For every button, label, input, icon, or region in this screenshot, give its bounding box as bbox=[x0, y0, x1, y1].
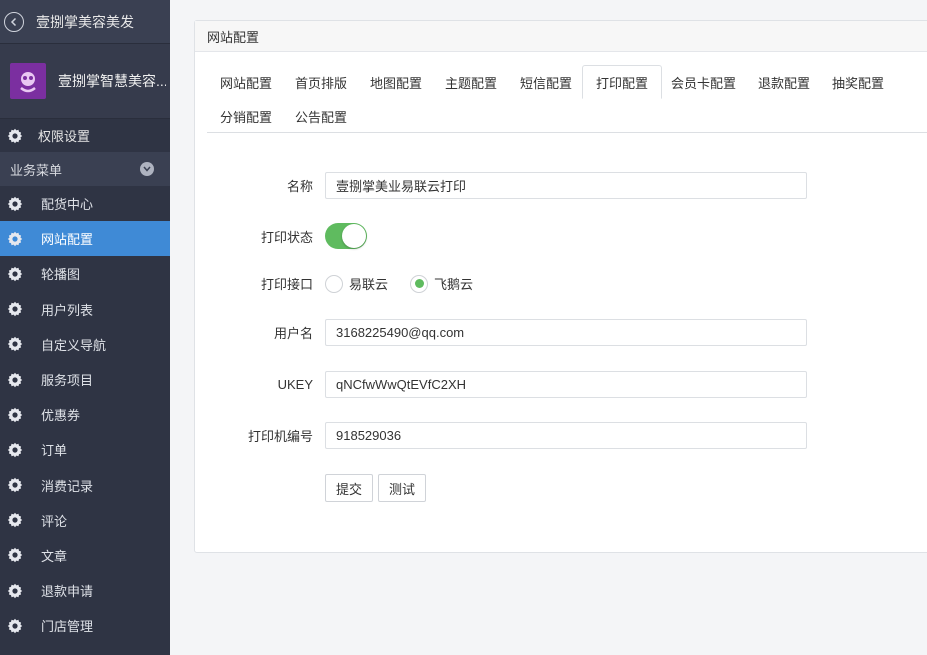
printer-number-input[interactable]: 918529036 bbox=[325, 422, 807, 449]
test-button[interactable]: 测试 bbox=[378, 474, 427, 502]
tab-distribution-config[interactable]: 分销配置 bbox=[207, 99, 285, 133]
sidebar-top-bar: 壹捌掌美容美发 bbox=[0, 0, 170, 44]
chevron-down-icon bbox=[140, 162, 154, 176]
sidebar-item-label: 自定义导航 bbox=[41, 337, 107, 353]
app-title: 壹捌掌美容美发 bbox=[36, 13, 134, 30]
sidebar-item-label: 门店管理 bbox=[41, 619, 94, 635]
radio-selected-dot bbox=[414, 279, 424, 288]
sidebar-item-label: 优惠券 bbox=[41, 408, 81, 424]
username-label: 用户名 bbox=[273, 326, 313, 341]
tab-sms-config[interactable]: 短信配置 bbox=[507, 65, 585, 99]
main-content: 网站配置 网站配置 首页排版 地图配置 主题配置 短信配置 打印配置 会员卡配置… bbox=[170, 0, 927, 655]
tab-map-config[interactable]: 地图配置 bbox=[357, 65, 435, 99]
tab-home-layout[interactable]: 首页排版 bbox=[282, 65, 360, 99]
brand-logo bbox=[10, 63, 46, 99]
status-label: 打印状态 bbox=[260, 229, 313, 245]
gear-icon bbox=[6, 406, 24, 424]
sidebar-item[interactable]: 服务项目 bbox=[0, 362, 170, 397]
sidebar-item[interactable]: 评论 bbox=[0, 503, 170, 538]
sidebar-item-label: 服务项目 bbox=[41, 373, 94, 389]
tab-notice-config[interactable]: 公告配置 bbox=[282, 99, 360, 133]
sidebar-item-label: 轮播图 bbox=[41, 267, 81, 283]
interface-label: 打印接口 bbox=[260, 277, 313, 292]
ukey-input[interactable]: qNCfwWwQtEVfC2XH bbox=[325, 371, 807, 398]
sidebar-item-label: 网站配置 bbox=[41, 232, 94, 248]
form-row-interface: 打印接口 易联云 飞鹅云 bbox=[195, 274, 927, 293]
sidebar-item[interactable]: 用户列表 bbox=[0, 292, 170, 327]
sidebar-item[interactable]: 轮播图 bbox=[0, 256, 170, 291]
tab-refund-config[interactable]: 退款配置 bbox=[745, 65, 823, 99]
brand-row: 壹捌掌智慧美容... bbox=[0, 44, 170, 118]
gear-icon bbox=[6, 230, 24, 248]
sidebar-item-label: 评论 bbox=[41, 513, 68, 529]
sidebar-item[interactable]: 文章 bbox=[0, 538, 170, 573]
submit-button[interactable]: 提交 bbox=[325, 474, 374, 502]
sidebar-item-label: 权限设置 bbox=[38, 129, 91, 144]
tab-site-config[interactable]: 网站配置 bbox=[207, 65, 285, 99]
gear-icon bbox=[6, 617, 24, 635]
brand-name: 壹捌掌智慧美容... bbox=[58, 73, 166, 89]
sidebar-item[interactable]: 退款申请 bbox=[0, 573, 170, 608]
gear-icon bbox=[6, 511, 24, 529]
sidebar-item[interactable]: 网站配置 bbox=[0, 221, 170, 257]
radio-feieyun-label: 飞鹅云 bbox=[434, 277, 474, 292]
form-row-printer-number: 打印机编号 918529036 bbox=[195, 422, 927, 449]
sidebar-item[interactable]: 订单 bbox=[0, 432, 170, 467]
tab-lottery-config[interactable]: 抽奖配置 bbox=[819, 65, 897, 99]
radio-feieyun[interactable] bbox=[410, 274, 429, 293]
form-actions: 提交 测试 bbox=[195, 474, 927, 502]
sidebar: 壹捌掌美容美发 壹捌掌智慧美容... 权限设置 业务菜单 配货中心网站配置轮播图… bbox=[0, 0, 170, 655]
sidebar-item-label: 订单 bbox=[41, 443, 68, 459]
sidebar-item-permissions[interactable]: 权限设置 bbox=[0, 118, 170, 152]
gear-icon bbox=[6, 195, 24, 213]
gear-icon bbox=[6, 546, 24, 564]
form-row-status: 打印状态 bbox=[195, 223, 927, 249]
print-status-toggle[interactable] bbox=[325, 223, 367, 249]
toggle-knob bbox=[342, 224, 366, 248]
sidebar-item[interactable]: 门店管理 bbox=[0, 608, 170, 643]
sidebar-item[interactable]: 自定义导航 bbox=[0, 327, 170, 362]
gear-icon bbox=[6, 300, 24, 318]
form-row-name: 名称 壹捌掌美业易联云打印 bbox=[195, 172, 927, 199]
username-input[interactable]: 3168225490@qq.com bbox=[325, 319, 807, 346]
sidebar-nav: 配货中心网站配置轮播图用户列表自定义导航服务项目优惠券订单消费记录评论文章退款申… bbox=[0, 186, 170, 643]
panel-title: 网站配置 bbox=[195, 21, 927, 52]
sidebar-item[interactable]: 优惠券 bbox=[0, 397, 170, 432]
business-menu-header[interactable]: 业务菜单 bbox=[0, 152, 170, 186]
sidebar-item-label: 配货中心 bbox=[41, 197, 94, 213]
sidebar-item[interactable]: 消费记录 bbox=[0, 468, 170, 503]
sidebar-item-label: 文章 bbox=[41, 548, 68, 564]
gear-icon bbox=[6, 371, 24, 389]
sidebar-item-label: 用户列表 bbox=[41, 302, 94, 318]
sidebar-item-label: 退款申请 bbox=[41, 584, 94, 600]
form-row-ukey: UKEY qNCfwWwQtEVfC2XH bbox=[195, 371, 927, 398]
form-row-username: 用户名 3168225490@qq.com bbox=[195, 319, 927, 346]
gear-icon bbox=[6, 476, 24, 494]
radio-yilianyun[interactable] bbox=[325, 274, 343, 293]
gear-icon bbox=[6, 582, 24, 600]
printer-number-label: 打印机编号 bbox=[247, 429, 313, 444]
section-label: 业务菜单 bbox=[10, 162, 63, 178]
gear-icon bbox=[6, 441, 24, 459]
gear-icon bbox=[6, 335, 24, 353]
sidebar-item[interactable]: 配货中心 bbox=[0, 186, 170, 221]
tab-theme-config[interactable]: 主题配置 bbox=[432, 65, 510, 99]
back-arrow-icon[interactable] bbox=[4, 11, 24, 32]
name-label: 名称 bbox=[286, 179, 313, 194]
sidebar-item-label: 消费记录 bbox=[41, 478, 94, 494]
name-input[interactable]: 壹捌掌美业易联云打印 bbox=[325, 172, 807, 199]
ukey-label: UKEY bbox=[277, 377, 313, 392]
radio-yilianyun-label: 易联云 bbox=[349, 277, 389, 292]
gear-icon bbox=[6, 265, 24, 283]
config-panel: 网站配置 网站配置 首页排版 地图配置 主题配置 短信配置 打印配置 会员卡配置… bbox=[194, 20, 927, 553]
tab-print-config[interactable]: 打印配置 bbox=[582, 65, 663, 99]
gear-icon bbox=[6, 127, 24, 145]
tab-membership-card-config[interactable]: 会员卡配置 bbox=[658, 65, 749, 99]
tab-bar: 网站配置 首页排版 地图配置 主题配置 短信配置 打印配置 会员卡配置 退款配置… bbox=[207, 65, 927, 133]
